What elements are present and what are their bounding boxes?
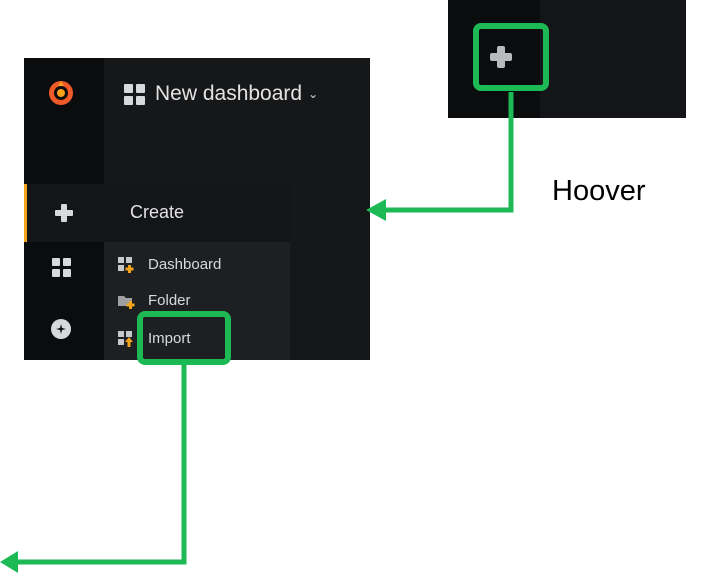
hover-connector-line (382, 92, 514, 213)
import-connector-line (12, 365, 187, 565)
hover-arrowhead-icon (366, 199, 386, 221)
import-arrowhead-icon (0, 551, 18, 573)
annotation-arrows (0, 92, 514, 573)
